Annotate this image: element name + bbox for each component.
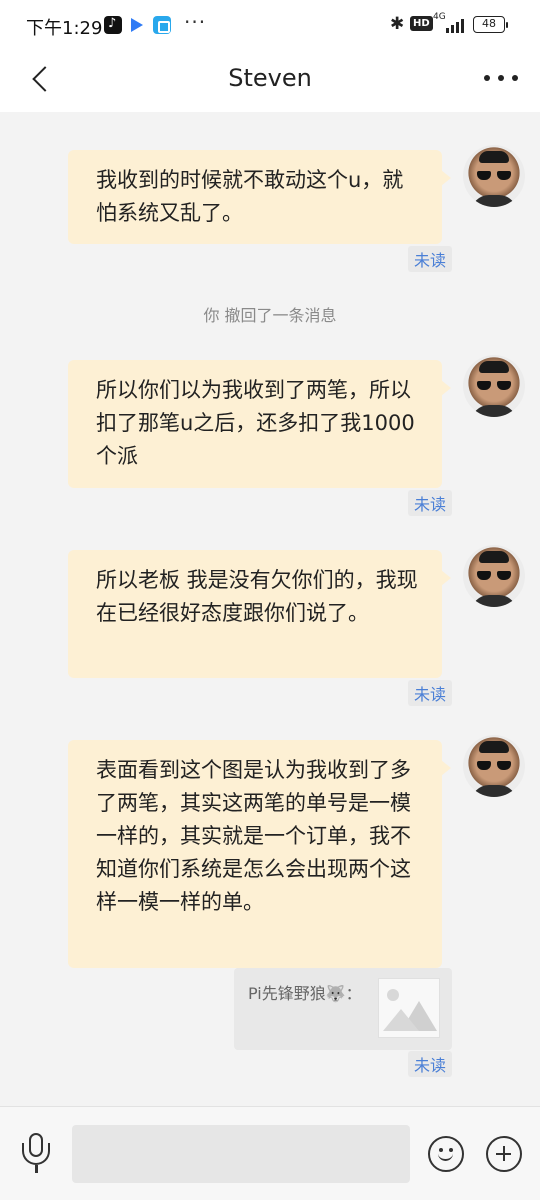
message-bubble[interactable]: 我收到的时候就不敢动这个u，就怕系统又乱了。 xyxy=(68,150,451,244)
quoted-sender: Pi先锋野狼🐺： xyxy=(248,984,362,1003)
avatar[interactable] xyxy=(463,735,525,797)
message-bubble[interactable]: 所以你们以为我收到了两笔，所以扣了那笔u之后，还多扣了我1000个派 xyxy=(68,360,451,488)
recall-notice: 你 撤回了一条消息 xyxy=(203,306,337,325)
signal-icon xyxy=(446,17,468,33)
message-input[interactable] xyxy=(72,1125,410,1183)
tiktok-icon xyxy=(104,16,122,34)
quoted-message[interactable]: Pi先锋野狼🐺： xyxy=(234,968,452,1050)
image-placeholder-icon[interactable] xyxy=(378,978,440,1038)
avatar[interactable] xyxy=(463,355,525,417)
message-bubble[interactable]: 所以老板 我是没有欠你们的，我现在已经很好态度跟你们说了。 xyxy=(68,550,451,678)
unread-status: 未读 xyxy=(407,1051,452,1077)
avatar[interactable] xyxy=(463,545,525,607)
avatar[interactable] xyxy=(463,145,525,207)
unread-status: 未读 xyxy=(407,490,452,516)
status-bar: 下午1:29 ··· ✱ HD 4G 48 xyxy=(0,0,540,50)
more-options-icon[interactable] xyxy=(484,72,518,84)
hd-icon: HD xyxy=(410,16,433,31)
network-type: 4G xyxy=(433,12,446,22)
more-notifications-icon: ··· xyxy=(184,10,207,34)
battery-icon: 48 xyxy=(473,16,508,33)
input-bar xyxy=(0,1106,540,1200)
app-notification-icon xyxy=(153,16,171,34)
emoji-icon[interactable] xyxy=(428,1136,464,1172)
message-bubble[interactable]: 表面看到这个图是认为我收到了多了两笔，其实这两笔的单号是一模一样的，其实就是一个… xyxy=(68,740,451,968)
unread-status: 未读 xyxy=(407,246,452,272)
microphone-icon[interactable] xyxy=(18,1131,54,1177)
bluetooth-icon: ✱ xyxy=(390,14,405,34)
unread-status: 未读 xyxy=(407,680,452,706)
chat-title: Steven xyxy=(228,64,312,92)
chat-header: Steven xyxy=(0,50,540,112)
plus-icon[interactable] xyxy=(486,1136,522,1172)
play-store-icon xyxy=(131,18,143,32)
status-time: 下午1:29 xyxy=(26,18,103,39)
